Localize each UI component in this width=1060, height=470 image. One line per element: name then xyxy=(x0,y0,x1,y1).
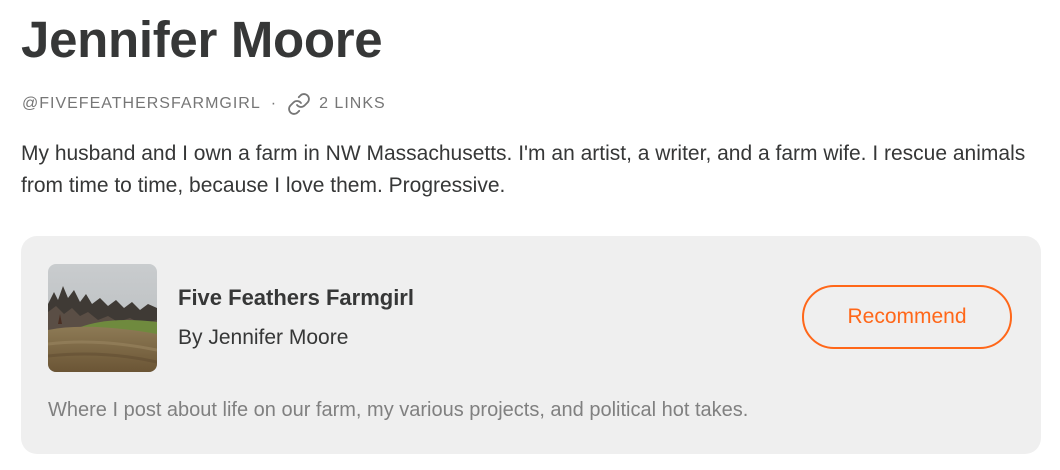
profile-handle[interactable]: @FIVEFEATHERSFARMGIRL xyxy=(22,95,261,113)
profile-meta: @FIVEFEATHERSFARMGIRL · 2 LINKS xyxy=(22,92,391,116)
publication-name[interactable]: Five Feathers Farmgirl xyxy=(178,284,414,312)
links-count: 2 LINKS xyxy=(319,95,386,112)
publication-card[interactable]: Five Feathers Farmgirl By Jennifer Moore… xyxy=(21,236,1041,454)
profile-bio: My husband and I own a farm in NW Massac… xyxy=(21,142,1026,197)
publication-description: Where I post about life on our farm, my … xyxy=(48,399,749,421)
links-button[interactable]: 2 LINKS xyxy=(287,92,391,116)
link-icon xyxy=(287,92,311,116)
publication-author: By Jennifer Moore xyxy=(178,326,349,349)
profile-name: Jennifer Moore xyxy=(21,11,383,68)
meta-separator: · xyxy=(270,95,277,112)
farm-field-photo-icon xyxy=(48,264,157,372)
publication-thumbnail[interactable] xyxy=(48,264,157,372)
recommend-button[interactable]: Recommend xyxy=(802,285,1012,349)
